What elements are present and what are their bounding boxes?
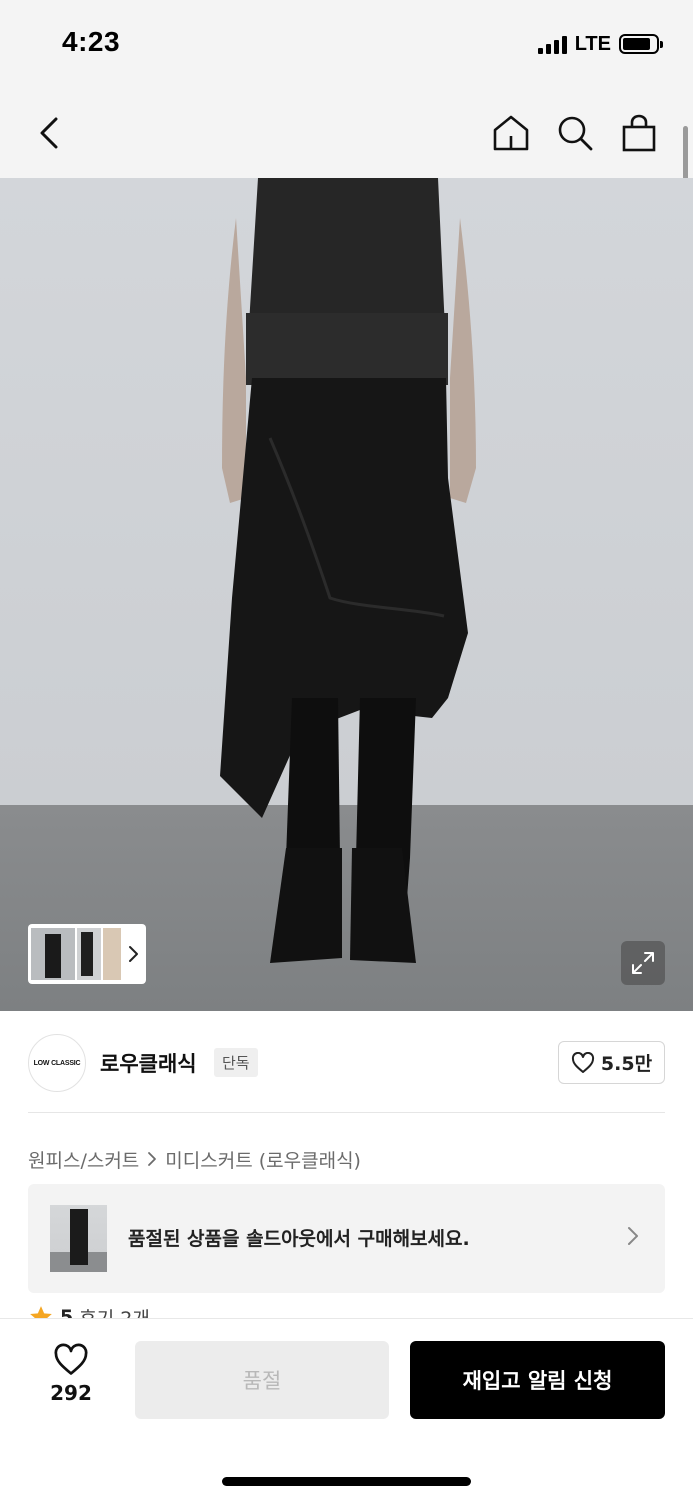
expand-icon xyxy=(632,952,654,974)
model-figure xyxy=(220,178,476,963)
expand-image-button[interactable] xyxy=(621,941,665,985)
chevron-right-icon xyxy=(627,1226,639,1250)
bottom-action-bar: 292 품절 재입고 알림 신청 xyxy=(0,1318,693,1500)
brand-row: LOW CLASSIC 로우클래식 단독 5.5만 xyxy=(28,1034,665,1092)
product-image[interactable] xyxy=(0,178,693,1011)
shopping-bag-icon xyxy=(622,114,656,152)
thumbnail-2[interactable] xyxy=(77,928,101,980)
breadcrumb-category[interactable]: 원피스/스커트 xyxy=(28,1146,139,1173)
battery-level xyxy=(623,38,651,50)
home-icon xyxy=(493,115,529,151)
brand-logo[interactable]: LOW CLASSIC xyxy=(28,1034,86,1092)
brand-like-button[interactable]: 5.5만 xyxy=(558,1041,665,1084)
chevron-right-icon xyxy=(123,945,143,963)
wishlist-count: 292 xyxy=(50,1381,92,1405)
status-time: 4:23 xyxy=(62,26,121,57)
restock-alert-button[interactable]: 재입고 알림 신청 xyxy=(410,1341,665,1419)
home-button[interactable] xyxy=(486,108,536,158)
divider xyxy=(28,1112,665,1113)
soldout-button: 품절 xyxy=(135,1341,389,1419)
wishlist-button[interactable]: 292 xyxy=(30,1343,112,1413)
brand-name[interactable]: 로우클래식 xyxy=(100,1048,197,1078)
status-bar: 4:23 LTE xyxy=(0,0,693,88)
breadcrumb: 원피스/스커트 미디스커트 (로우클래식) xyxy=(28,1144,361,1174)
thumbnail-1[interactable] xyxy=(31,928,75,980)
back-button[interactable] xyxy=(24,108,74,158)
top-nav-bar xyxy=(0,88,693,178)
signal-icon xyxy=(537,34,567,54)
heart-icon xyxy=(54,1343,88,1375)
thumbnail-3[interactable] xyxy=(103,928,121,980)
brand-like-count: 5.5만 xyxy=(600,1053,653,1075)
chevron-right-icon xyxy=(145,1151,159,1167)
search-icon xyxy=(558,116,593,151)
heart-icon xyxy=(571,1051,594,1073)
soldout-banner[interactable]: 품절된 상품을 솔드아웃에서 구매해보세요. xyxy=(28,1184,665,1293)
home-indicator[interactable] xyxy=(222,1477,471,1486)
cart-button[interactable] xyxy=(614,108,664,158)
chevron-left-icon xyxy=(40,117,58,149)
battery-icon xyxy=(619,34,663,54)
status-indicators: LTE xyxy=(537,32,663,56)
thumbnail-strip[interactable] xyxy=(28,924,146,984)
banner-thumbnail xyxy=(50,1205,107,1272)
breadcrumb-subcategory[interactable]: 미디스커트 (로우클래식) xyxy=(165,1146,361,1173)
banner-text: 품절된 상품을 솔드아웃에서 구매해보세요. xyxy=(128,1228,470,1250)
search-button[interactable] xyxy=(550,108,600,158)
exclusive-badge: 단독 xyxy=(214,1048,258,1077)
network-label: LTE xyxy=(574,32,611,55)
